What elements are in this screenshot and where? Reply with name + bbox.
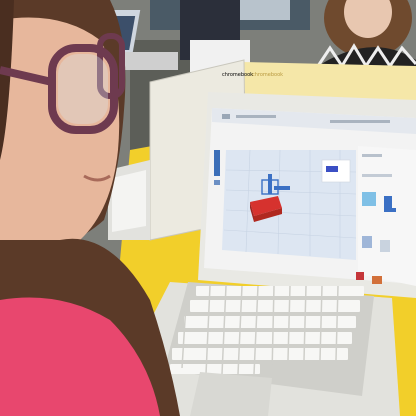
second-laptop-logo: chromebook bbox=[222, 72, 253, 78]
inspector-swatch bbox=[326, 166, 338, 172]
trackpad bbox=[190, 372, 272, 416]
shape-l-icon bbox=[384, 196, 392, 210]
shape-box-icon bbox=[362, 192, 376, 206]
shapes-panel bbox=[358, 146, 416, 286]
zoom-icon bbox=[214, 180, 220, 185]
panel-heading bbox=[362, 154, 382, 157]
shape-text-icon bbox=[372, 276, 382, 284]
toolbar-text-line bbox=[236, 115, 276, 118]
divider-board-label: chromebook bbox=[252, 72, 283, 78]
shape-cone-icon bbox=[380, 240, 390, 252]
toolbar-icon-logo bbox=[222, 114, 230, 119]
panel-category bbox=[362, 174, 392, 177]
shape-cylinder-icon bbox=[362, 236, 372, 248]
view-cube-icon bbox=[214, 150, 220, 176]
toolbar-menu-line bbox=[330, 120, 390, 123]
photo-canvas: chromebook chromebook bbox=[0, 0, 416, 416]
classroom-photo: chromebook chromebook bbox=[0, 0, 416, 416]
shape-roof-icon bbox=[356, 272, 364, 280]
